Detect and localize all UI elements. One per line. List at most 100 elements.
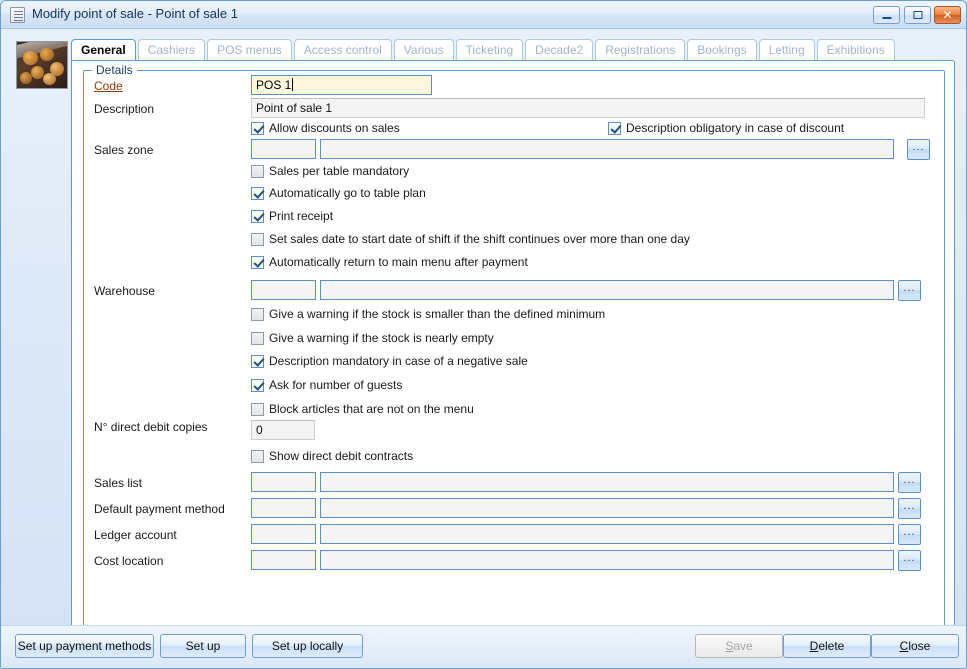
details-group-box: Details Code POS 1 Description Point of … xyxy=(83,70,945,635)
default-payment-method-label: Default payment method xyxy=(94,502,225,516)
ellipsis-label: ... xyxy=(899,526,920,538)
checkbox-warn-stock-minimum[interactable]: Give a warning if the stock is smaller t… xyxy=(251,307,605,321)
checkbox-label: Ask for number of guests xyxy=(269,378,402,392)
checkbox-label: Allow discounts on sales xyxy=(269,121,400,135)
checkbox-box xyxy=(251,256,264,269)
cost-location-browse-button[interactable]: ... xyxy=(898,550,921,571)
tab-access-control[interactable]: Access control xyxy=(294,39,392,60)
checkbox-box xyxy=(251,403,264,416)
close-icon: ✕ xyxy=(942,9,952,21)
save-label-rest: ave xyxy=(733,639,752,653)
tab-registrations[interactable]: Registrations xyxy=(595,39,685,60)
checkbox-ask-number-guests[interactable]: Ask for number of guests xyxy=(251,378,402,392)
checkbox-box xyxy=(251,233,264,246)
ledger-account-name-input[interactable] xyxy=(320,524,894,544)
delete-button[interactable]: Delete xyxy=(783,634,871,658)
ledger-account-code-input[interactable] xyxy=(251,524,316,544)
checkbox-sales-per-table-mandatory[interactable]: Sales per table mandatory xyxy=(251,164,409,178)
close-button[interactable]: Close xyxy=(871,634,959,658)
checkbox-auto-table-plan[interactable]: Automatically go to table plan xyxy=(251,186,426,200)
details-legend: Details xyxy=(92,63,137,77)
minimize-button[interactable] xyxy=(873,6,900,24)
bottom-button-bar: Set up payment methods Set up Set up loc… xyxy=(1,625,967,669)
tab-cashiers[interactable]: Cashiers xyxy=(138,39,205,60)
warehouse-code-input[interactable] xyxy=(251,280,316,300)
code-label: Code xyxy=(94,79,123,93)
setup-payment-methods-button[interactable]: Set up payment methods xyxy=(15,634,154,658)
maximize-button[interactable] xyxy=(904,6,931,24)
ellipsis-label: ... xyxy=(899,282,920,294)
checkbox-box xyxy=(251,332,264,345)
thumbnail-detail xyxy=(31,66,44,79)
setup-locally-button[interactable]: Set up locally xyxy=(252,634,363,658)
client-area: General Cashiers POS menus Access contro… xyxy=(1,29,967,669)
title-bar: Modify point of sale - Point of sale 1 ✕ xyxy=(1,1,966,29)
ledger-account-label: Ledger account xyxy=(94,528,177,542)
tab-pos-menus[interactable]: POS menus xyxy=(207,39,292,60)
warehouse-name-input[interactable] xyxy=(320,280,894,300)
checkbox-print-receipt[interactable]: Print receipt xyxy=(251,209,333,223)
delete-label-rest: elete xyxy=(818,639,844,653)
close-window-button[interactable]: ✕ xyxy=(934,6,961,24)
sales-list-label: Sales list xyxy=(94,476,142,490)
checkbox-box xyxy=(608,122,621,135)
checkbox-warn-stock-empty[interactable]: Give a warning if the stock is nearly em… xyxy=(251,331,494,345)
save-button[interactable]: Save xyxy=(695,634,783,658)
cost-location-code-input[interactable] xyxy=(251,550,316,570)
delete-accel: D xyxy=(810,639,819,653)
cost-location-label: Cost location xyxy=(94,554,163,568)
checkbox-label: Description mandatory in case of a negat… xyxy=(269,354,528,368)
checkbox-description-obligatory-discount[interactable]: Description obligatory in case of discou… xyxy=(608,121,844,135)
checkbox-label: Automatically return to main menu after … xyxy=(269,255,528,269)
sales-list-code-input[interactable] xyxy=(251,472,316,492)
checkbox-show-direct-debit-contracts[interactable]: Show direct debit contracts xyxy=(251,449,413,463)
tab-letting[interactable]: Letting xyxy=(759,39,815,60)
ledger-account-browse-button[interactable]: ... xyxy=(898,524,921,545)
description-label: Description xyxy=(94,102,154,116)
sales-list-name-input[interactable] xyxy=(320,472,894,492)
checkbox-label: Automatically go to table plan xyxy=(269,186,426,200)
warehouse-browse-button[interactable]: ... xyxy=(898,280,921,301)
tab-bookings[interactable]: Bookings xyxy=(687,39,756,60)
checkbox-label: Show direct debit contracts xyxy=(269,449,413,463)
checkbox-label: Print receipt xyxy=(269,209,333,223)
sales-zone-code-input[interactable] xyxy=(251,139,316,159)
sales-zone-name-input[interactable] xyxy=(320,139,894,159)
warehouse-label: Warehouse xyxy=(94,284,155,298)
thumbnail-detail xyxy=(43,73,56,85)
tab-exhibitions[interactable]: Exhibitions xyxy=(817,39,895,60)
default-payment-method-code-input[interactable] xyxy=(251,498,316,518)
default-payment-method-name-input[interactable] xyxy=(320,498,894,518)
tab-ticketing[interactable]: Ticketing xyxy=(456,39,524,60)
checkbox-allow-discounts[interactable]: Allow discounts on sales xyxy=(251,121,400,135)
tab-decade2[interactable]: Decade2 xyxy=(525,39,593,60)
minimize-icon xyxy=(882,17,891,19)
default-payment-method-browse-button[interactable]: ... xyxy=(898,498,921,519)
tab-various[interactable]: Various xyxy=(394,39,454,60)
direct-debit-copies-label: N° direct debit copies xyxy=(94,420,208,434)
ellipsis-label: ... xyxy=(899,552,920,564)
checkbox-label: Give a warning if the stock is nearly em… xyxy=(269,331,494,345)
direct-debit-copies-input[interactable]: 0 xyxy=(251,420,315,440)
maximize-icon xyxy=(913,11,922,19)
sales-list-browse-button[interactable]: ... xyxy=(898,472,921,493)
checkbox-box xyxy=(251,355,264,368)
tab-general[interactable]: General xyxy=(71,39,136,60)
checkbox-description-negative-sale[interactable]: Description mandatory in case of a negat… xyxy=(251,354,528,368)
cost-location-name-input[interactable] xyxy=(320,550,894,570)
setup-button[interactable]: Set up xyxy=(160,634,246,658)
description-input[interactable]: Point of sale 1 xyxy=(251,98,925,118)
checkbox-auto-return-main-menu[interactable]: Automatically return to main menu after … xyxy=(251,255,528,269)
checkbox-label: Block articles that are not on the menu xyxy=(269,402,474,416)
checkbox-box xyxy=(251,210,264,223)
close-label-rest: lose xyxy=(908,639,930,653)
ellipsis-label: ... xyxy=(908,141,929,153)
document-icon xyxy=(10,7,25,23)
checkbox-sales-date-shift[interactable]: Set sales date to start date of shift if… xyxy=(251,232,690,246)
code-input[interactable]: POS 1 xyxy=(251,75,432,95)
ellipsis-label: ... xyxy=(899,474,920,486)
checkbox-block-articles[interactable]: Block articles that are not on the menu xyxy=(251,402,474,416)
window-title: Modify point of sale - Point of sale 1 xyxy=(32,6,238,21)
checkbox-box xyxy=(251,308,264,321)
sales-zone-browse-button[interactable]: ... xyxy=(907,139,930,160)
